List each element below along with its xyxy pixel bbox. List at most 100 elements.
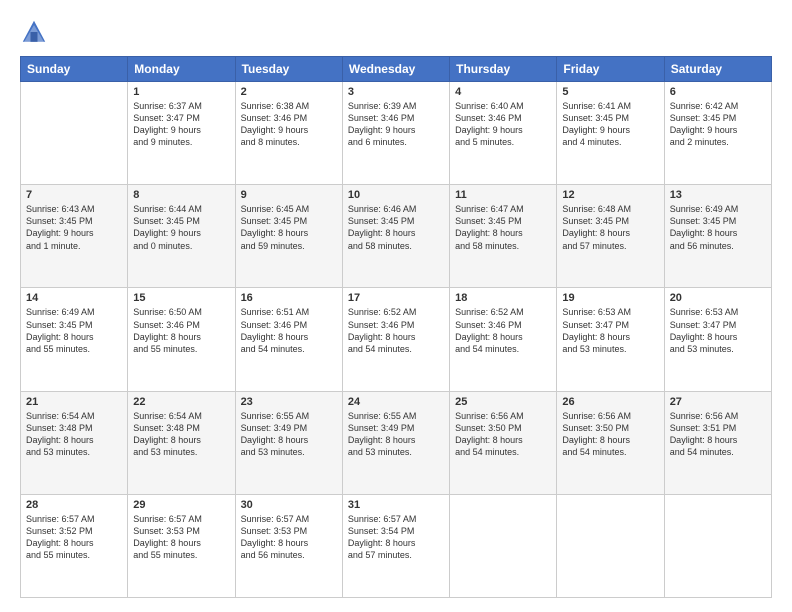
day-number: 2: [241, 86, 337, 98]
day-number: 17: [348, 292, 444, 304]
logo: [20, 18, 52, 46]
calendar-week-row: 28 Sunrise: 6:57 AM Sunset: 3:52 PM Dayli…: [21, 494, 772, 597]
calendar-cell: 20 Sunrise: 6:53 AM Sunset: 3:47 PM Dayli…: [664, 288, 771, 391]
day-info: Sunrise: 6:38 AM Sunset: 3:46 PM Dayligh…: [241, 100, 337, 149]
day-number: 23: [241, 396, 337, 408]
day-info: Sunrise: 6:57 AM Sunset: 3:52 PM Dayligh…: [26, 513, 122, 562]
day-info: Sunrise: 6:54 AM Sunset: 3:48 PM Dayligh…: [26, 410, 122, 459]
calendar-cell: 31Sunrise: 6:57 AM Sunset: 3:54 PM Dayli…: [342, 494, 449, 597]
day-info: Sunrise: 6:52 AM Sunset: 3:46 PM Dayligh…: [348, 306, 444, 355]
calendar-cell: 18 Sunrise: 6:52 AM Sunset: 3:46 PM Dayli…: [450, 288, 557, 391]
day-info: Sunrise: 6:49 AM Sunset: 3:45 PM Dayligh…: [26, 306, 122, 355]
calendar-cell: 6 Sunrise: 6:42 AM Sunset: 3:45 PM Daylig…: [664, 82, 771, 185]
weekday-header-saturday: Saturday: [664, 57, 771, 82]
calendar-cell: 27Sunrise: 6:56 AM Sunset: 3:51 PM Dayli…: [664, 391, 771, 494]
day-info: Sunrise: 6:51 AM Sunset: 3:46 PM Dayligh…: [241, 306, 337, 355]
day-number: 8: [133, 189, 229, 201]
calendar-cell: 26 Sunrise: 6:56 AM Sunset: 3:50 PM Dayli…: [557, 391, 664, 494]
weekday-header-monday: Monday: [128, 57, 235, 82]
calendar-cell: 24 Sunrise: 6:55 AM Sunset: 3:49 PM Dayli…: [342, 391, 449, 494]
calendar-cell: 3 Sunrise: 6:39 AM Sunset: 3:46 PM Daylig…: [342, 82, 449, 185]
day-info: Sunrise: 6:49 AM Sunset: 3:45 PM Dayligh…: [670, 203, 766, 252]
calendar-cell: 21Sunrise: 6:54 AM Sunset: 3:48 PM Dayli…: [21, 391, 128, 494]
day-number: 24: [348, 396, 444, 408]
calendar-cell: [664, 494, 771, 597]
page: SundayMondayTuesdayWednesdayThursdayFrid…: [0, 0, 792, 612]
calendar-cell: 30 Sunrise: 6:57 AM Sunset: 3:53 PM Dayli…: [235, 494, 342, 597]
day-info: Sunrise: 6:42 AM Sunset: 3:45 PM Dayligh…: [670, 100, 766, 149]
weekday-header-friday: Friday: [557, 57, 664, 82]
calendar-cell: 1Sunrise: 6:37 AM Sunset: 3:47 PM Daylig…: [128, 82, 235, 185]
weekday-header-thursday: Thursday: [450, 57, 557, 82]
day-number: 4: [455, 86, 551, 98]
day-number: 16: [241, 292, 337, 304]
calendar-cell: 10 Sunrise: 6:46 AM Sunset: 3:45 PM Dayli…: [342, 185, 449, 288]
calendar-cell: 19 Sunrise: 6:53 AM Sunset: 3:47 PM Dayli…: [557, 288, 664, 391]
day-info: Sunrise: 6:57 AM Sunset: 3:54 PM Dayligh…: [348, 513, 444, 562]
day-number: 6: [670, 86, 766, 98]
day-number: 19: [562, 292, 658, 304]
calendar-table: SundayMondayTuesdayWednesdayThursdayFrid…: [20, 56, 772, 598]
day-number: 15: [133, 292, 229, 304]
day-number: 27: [670, 396, 766, 408]
day-number: 7: [26, 189, 122, 201]
calendar-cell: 11Sunrise: 6:47 AM Sunset: 3:45 PM Dayli…: [450, 185, 557, 288]
calendar-cell: 7Sunrise: 6:43 AM Sunset: 3:45 PM Daylig…: [21, 185, 128, 288]
day-info: Sunrise: 6:39 AM Sunset: 3:46 PM Dayligh…: [348, 100, 444, 149]
day-info: Sunrise: 6:57 AM Sunset: 3:53 PM Dayligh…: [241, 513, 337, 562]
calendar-cell: [21, 82, 128, 185]
day-info: Sunrise: 6:53 AM Sunset: 3:47 PM Dayligh…: [562, 306, 658, 355]
day-info: Sunrise: 6:44 AM Sunset: 3:45 PM Dayligh…: [133, 203, 229, 252]
day-info: Sunrise: 6:55 AM Sunset: 3:49 PM Dayligh…: [241, 410, 337, 459]
day-info: Sunrise: 6:41 AM Sunset: 3:45 PM Dayligh…: [562, 100, 658, 149]
calendar-cell: 4 Sunrise: 6:40 AM Sunset: 3:46 PM Daylig…: [450, 82, 557, 185]
day-info: Sunrise: 6:50 AM Sunset: 3:46 PM Dayligh…: [133, 306, 229, 355]
calendar-week-row: 14 Sunrise: 6:49 AM Sunset: 3:45 PM Dayli…: [21, 288, 772, 391]
day-number: 22: [133, 396, 229, 408]
day-info: Sunrise: 6:57 AM Sunset: 3:53 PM Dayligh…: [133, 513, 229, 562]
day-number: 28: [26, 499, 122, 511]
calendar-cell: 22 Sunrise: 6:54 AM Sunset: 3:48 PM Dayli…: [128, 391, 235, 494]
day-number: 12: [562, 189, 658, 201]
day-number: 29: [133, 499, 229, 511]
day-info: Sunrise: 6:40 AM Sunset: 3:46 PM Dayligh…: [455, 100, 551, 149]
day-number: 3: [348, 86, 444, 98]
day-info: Sunrise: 6:45 AM Sunset: 3:45 PM Dayligh…: [241, 203, 337, 252]
weekday-header-sunday: Sunday: [21, 57, 128, 82]
day-number: 11: [455, 189, 551, 201]
calendar-cell: 2 Sunrise: 6:38 AM Sunset: 3:46 PM Daylig…: [235, 82, 342, 185]
day-info: Sunrise: 6:52 AM Sunset: 3:46 PM Dayligh…: [455, 306, 551, 355]
day-info: Sunrise: 6:46 AM Sunset: 3:45 PM Dayligh…: [348, 203, 444, 252]
calendar-cell: 9 Sunrise: 6:45 AM Sunset: 3:45 PM Daylig…: [235, 185, 342, 288]
day-number: 30: [241, 499, 337, 511]
day-number: 13: [670, 189, 766, 201]
header: [20, 18, 772, 46]
day-number: 1: [133, 86, 229, 98]
calendar-week-row: 7Sunrise: 6:43 AM Sunset: 3:45 PM Daylig…: [21, 185, 772, 288]
calendar-cell: 16 Sunrise: 6:51 AM Sunset: 3:46 PM Dayli…: [235, 288, 342, 391]
calendar-cell: 13 Sunrise: 6:49 AM Sunset: 3:45 PM Dayli…: [664, 185, 771, 288]
logo-icon: [20, 18, 48, 46]
day-info: Sunrise: 6:56 AM Sunset: 3:50 PM Dayligh…: [455, 410, 551, 459]
calendar-cell: 29 Sunrise: 6:57 AM Sunset: 3:53 PM Dayli…: [128, 494, 235, 597]
calendar-cell: 28 Sunrise: 6:57 AM Sunset: 3:52 PM Dayli…: [21, 494, 128, 597]
day-info: Sunrise: 6:54 AM Sunset: 3:48 PM Dayligh…: [133, 410, 229, 459]
calendar-cell: 12 Sunrise: 6:48 AM Sunset: 3:45 PM Dayli…: [557, 185, 664, 288]
calendar-cell: 8 Sunrise: 6:44 AM Sunset: 3:45 PM Daylig…: [128, 185, 235, 288]
day-number: 10: [348, 189, 444, 201]
calendar-cell: 25Sunrise: 6:56 AM Sunset: 3:50 PM Dayli…: [450, 391, 557, 494]
calendar-cell: 23 Sunrise: 6:55 AM Sunset: 3:49 PM Dayli…: [235, 391, 342, 494]
day-number: 26: [562, 396, 658, 408]
day-number: 14: [26, 292, 122, 304]
day-number: 18: [455, 292, 551, 304]
day-number: 9: [241, 189, 337, 201]
day-info: Sunrise: 6:55 AM Sunset: 3:49 PM Dayligh…: [348, 410, 444, 459]
day-number: 20: [670, 292, 766, 304]
day-number: 5: [562, 86, 658, 98]
calendar-cell: [557, 494, 664, 597]
calendar-cell: 5 Sunrise: 6:41 AM Sunset: 3:45 PM Daylig…: [557, 82, 664, 185]
day-info: Sunrise: 6:56 AM Sunset: 3:50 PM Dayligh…: [562, 410, 658, 459]
day-info: Sunrise: 6:48 AM Sunset: 3:45 PM Dayligh…: [562, 203, 658, 252]
calendar-cell: [450, 494, 557, 597]
day-info: Sunrise: 6:53 AM Sunset: 3:47 PM Dayligh…: [670, 306, 766, 355]
